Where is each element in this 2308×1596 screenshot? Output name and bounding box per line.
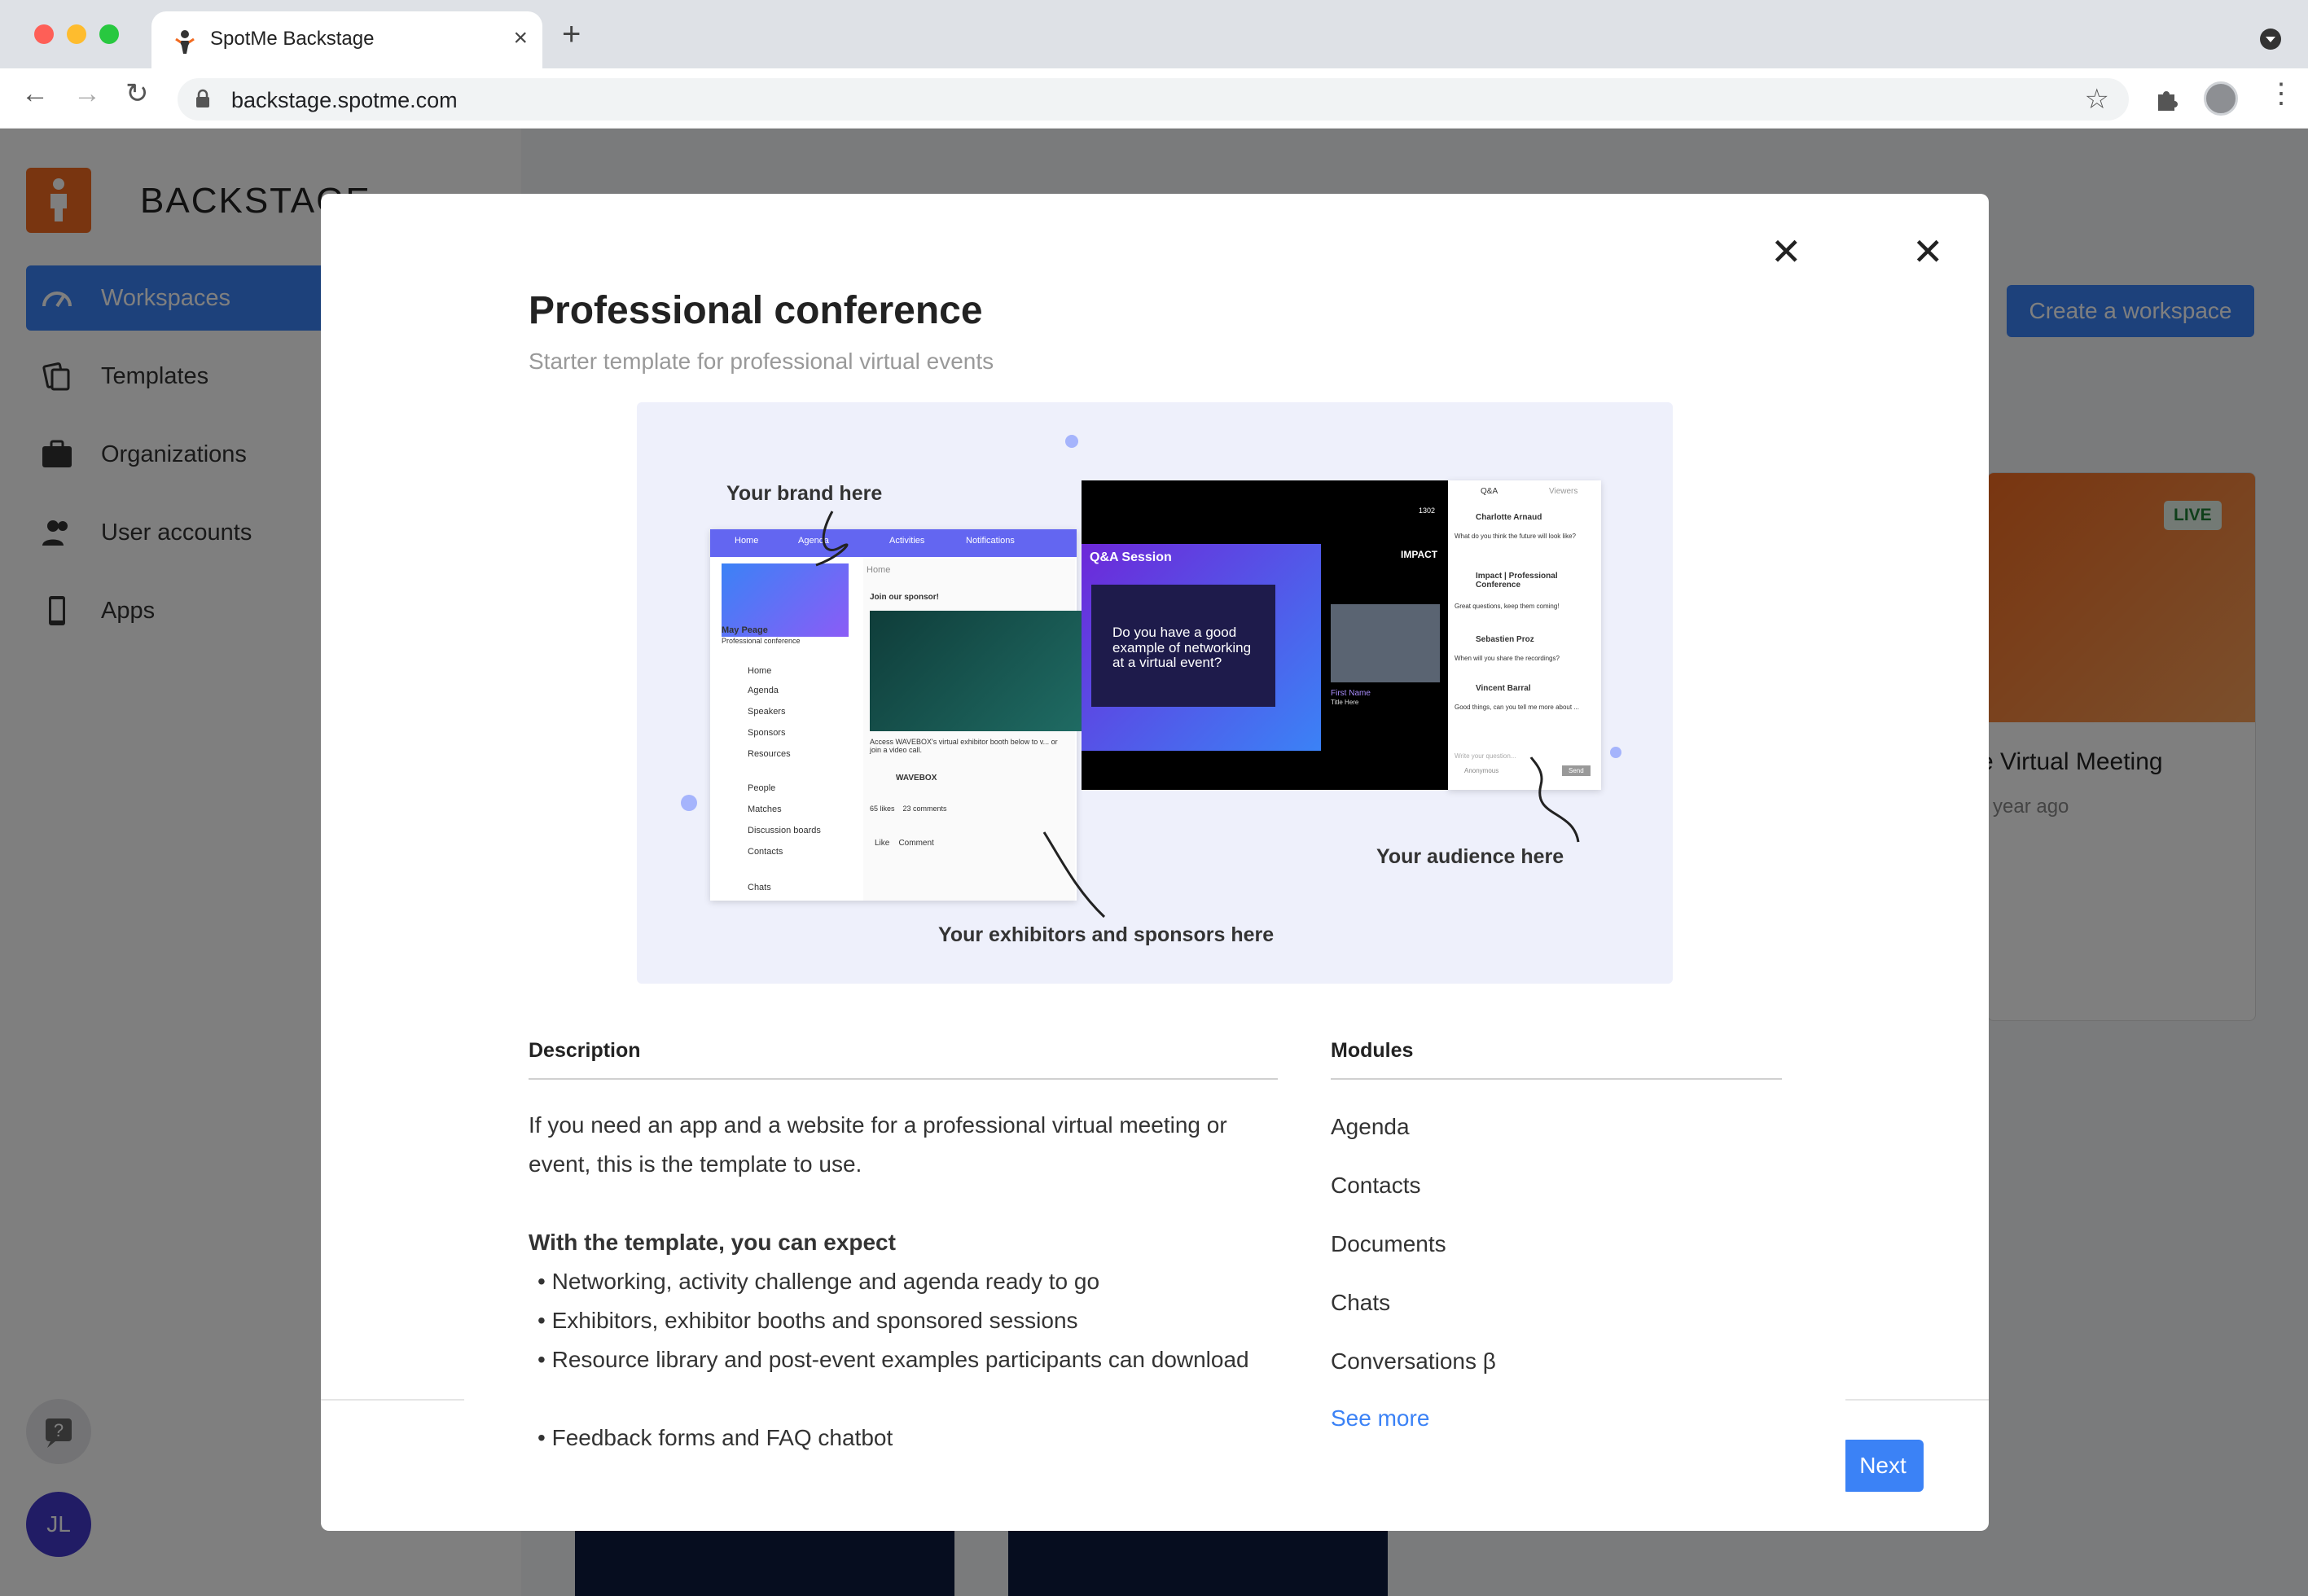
see-more-link[interactable]: See more (1331, 1405, 1429, 1432)
back-arrow-icon[interactable]: ← (21, 80, 49, 107)
modal-title: Professional conference (529, 289, 983, 332)
address-bar[interactable]: backstage.spotme.com ☆ (178, 78, 2129, 121)
browser-chrome: SpotMe Backstage × + ← → ↻ backstage.spo… (0, 0, 2308, 129)
feature-bullet: • Resource library and post-event exampl… (538, 1340, 1254, 1379)
close-icon[interactable]: ✕ (1770, 233, 1802, 270)
browser-toolbar: ← → ↻ backstage.spotme.com ☆ ⋮ (0, 68, 2308, 129)
module-item: Documents (1331, 1231, 1446, 1256)
bullet-dot: • (538, 1308, 552, 1333)
close-icon[interactable]: ✕ (1912, 233, 1944, 270)
module-item: Chats (1331, 1290, 1391, 1315)
browser-tab[interactable]: SpotMe Backstage × (151, 11, 542, 68)
lock-icon (196, 89, 209, 107)
description-divider (529, 1078, 1278, 1080)
feature-bullet: • Networking, activity challenge and age… (538, 1262, 1099, 1301)
module-item: Conversations β (1331, 1348, 1496, 1374)
feature-bullet-text: Networking, activity challenge and agend… (551, 1269, 1100, 1294)
expect-heading: With the template, you can expect (529, 1230, 896, 1255)
module-item: Agenda (1331, 1114, 1410, 1139)
next-button[interactable]: Next (1842, 1440, 1924, 1492)
description-intro: If you need an app and a website for a p… (529, 1112, 1227, 1177)
feature-bullet: • Feedback forms and FAQ chatbot (538, 1418, 893, 1458)
modal-subtitle: Starter template for professional virtua… (529, 349, 994, 374)
extensions-icon[interactable] (2153, 85, 2181, 112)
minimize-window-button[interactable] (67, 24, 86, 44)
template-preview-image: Your brand here Your exhibitors and spon… (637, 402, 1673, 984)
tab-close-icon[interactable]: × (513, 24, 528, 52)
bookmark-star-icon[interactable]: ☆ (2085, 83, 2109, 116)
feature-bullet-text: Exhibitors, exhibitor booths and sponsor… (551, 1308, 1078, 1333)
reload-icon[interactable]: ↻ (125, 80, 149, 107)
close-window-button[interactable] (34, 24, 54, 44)
tab-bar: SpotMe Backstage × + (0, 0, 2308, 68)
description-heading: Description (529, 1039, 641, 1062)
preview-arrows (681, 435, 1621, 919)
spotme-favicon-icon (175, 30, 195, 54)
feature-bullet: • Exhibitors, exhibitor booths and spons… (538, 1301, 1078, 1340)
bullet-dot: • (538, 1347, 552, 1372)
tab-search-icon[interactable] (2259, 28, 2282, 50)
tab-title: SpotMe Backstage (210, 28, 375, 50)
bullet-dot: • (538, 1425, 552, 1450)
modules-heading: Modules (1331, 1039, 1414, 1062)
maximize-window-button[interactable] (99, 24, 119, 44)
feature-bullet-text: Feedback forms and FAQ chatbot (551, 1425, 893, 1450)
profile-avatar[interactable] (2204, 81, 2238, 116)
forward-arrow-icon[interactable]: → (73, 80, 101, 107)
new-tab-button[interactable]: + (562, 18, 581, 50)
modules-divider (1331, 1078, 1782, 1080)
bullet-dot: • (538, 1269, 552, 1294)
feature-bullet-text: Resource library and post-event examples… (551, 1347, 1249, 1372)
module-item: Contacts (1331, 1173, 1421, 1198)
url-text: backstage.spotme.com (231, 88, 458, 112)
browser-menu-icon[interactable]: ⋮ (2267, 80, 2295, 107)
